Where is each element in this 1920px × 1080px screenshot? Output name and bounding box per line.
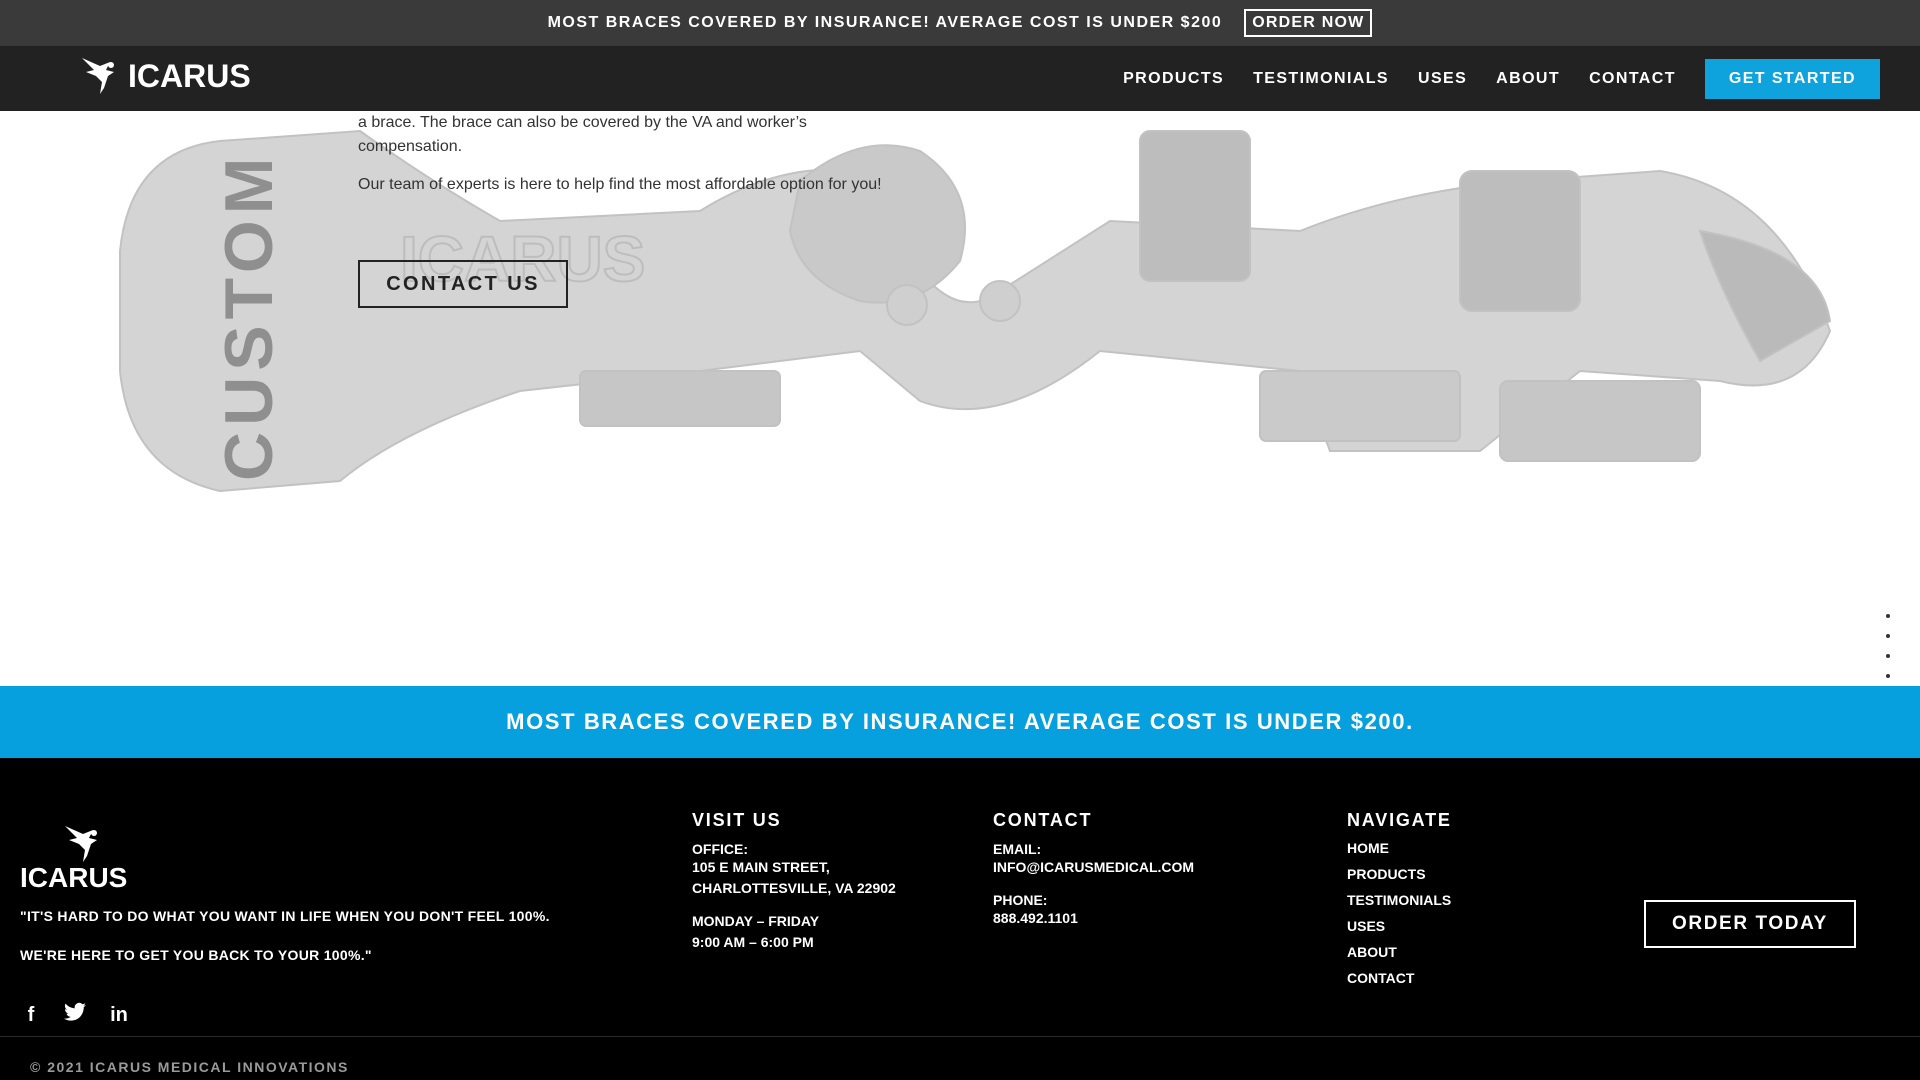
address-line-2: CHARLOTTESVILLE, VA 22902 xyxy=(692,880,896,896)
footer-visit-column: VISIT US OFFICE: 105 E MAIN STREET, CHAR… xyxy=(692,810,896,953)
twitter-icon[interactable] xyxy=(64,1002,86,1028)
hours-days: MONDAY – FRIDAY xyxy=(692,913,820,929)
hero-paragraph-2: Our team of experts is here to help find… xyxy=(358,176,882,193)
nav-contact[interactable]: CONTACT xyxy=(1589,70,1676,88)
hero-section: ICARUS CUSTOM a brace. The brace can als… xyxy=(0,111,1920,686)
email-label: EMAIL: xyxy=(993,841,1042,857)
phone-link[interactable]: 888.492.1101 xyxy=(993,908,1194,929)
contact-us-button[interactable]: CONTACT US xyxy=(358,260,568,308)
order-today-button[interactable]: ORDER TODAY xyxy=(1644,900,1856,948)
main-nav: PRODUCTS TESTIMONIALS USES ABOUT CONTACT… xyxy=(1123,46,1920,111)
nav-about[interactable]: ABOUT xyxy=(1496,70,1560,88)
footer-nav-uses[interactable]: USES xyxy=(1347,913,1452,939)
logo-wordmark: ICARUS xyxy=(128,57,251,94)
promo-bar: MOST BRACES COVERED BY INSURANCE! AVERAG… xyxy=(0,0,1920,46)
site-footer: ICARUS "IT'S HARD TO DO WHAT YOU WANT IN… xyxy=(0,758,1920,1080)
footer-nav-testimonials[interactable]: TESTIMONIALS xyxy=(1347,887,1452,913)
hero-copy: a brace. The brace can also be covered b… xyxy=(358,111,898,211)
nav-products[interactable]: PRODUCTS xyxy=(1123,70,1224,88)
navigate-heading: NAVIGATE xyxy=(1347,810,1452,830)
footer-nav-about[interactable]: ABOUT xyxy=(1347,939,1452,965)
footer-divider xyxy=(0,1036,1920,1037)
footer-quote-line-2: WE'RE HERE TO GET YOU BACK TO YOUR 100%.… xyxy=(20,947,372,963)
address-line-1: 105 E MAIN STREET, xyxy=(692,859,830,875)
pager-dot[interactable] xyxy=(1886,634,1890,638)
nav-testimonials[interactable]: TESTIMONIALS xyxy=(1253,70,1389,88)
promo-text: MOST BRACES COVERED BY INSURANCE! AVERAG… xyxy=(547,14,1223,31)
contact-heading: CONTACT xyxy=(993,810,1093,830)
icarus-bird-icon xyxy=(82,58,114,94)
phone-label: PHONE: xyxy=(993,892,1048,908)
footer-logo-wordmark: ICARUS xyxy=(20,862,128,893)
social-links: f in xyxy=(20,1002,130,1028)
get-started-button[interactable]: GET STARTED xyxy=(1704,58,1880,99)
copyright-text: © 2021 ICARUS MEDICAL INNOVATIONS xyxy=(30,1059,349,1075)
footer-nav-contact[interactable]: CONTACT xyxy=(1347,965,1452,991)
vertical-heading: CUSTOM xyxy=(152,131,287,481)
visit-us-heading: VISIT US xyxy=(692,810,782,830)
hours-time: 9:00 AM – 6:00 PM xyxy=(692,934,814,950)
office-label: OFFICE: xyxy=(692,841,748,857)
footer-logo[interactable]: ICARUS xyxy=(20,822,127,894)
nav-uses[interactable]: USES xyxy=(1418,70,1467,88)
footer-nav-products[interactable]: PRODUCTS xyxy=(1347,861,1452,887)
footer-contact-column: CONTACT EMAIL: INFO@ICARUSMEDICAL.COM PH… xyxy=(993,810,1194,929)
vertical-heading-text: CUSTOM xyxy=(211,151,287,481)
facebook-icon[interactable]: f xyxy=(20,1004,42,1027)
icarus-bird-icon xyxy=(65,826,97,862)
site-header: ICARUS PRODUCTS TESTIMONIALS USES ABOUT … xyxy=(0,46,1920,111)
footer-quote-line-1: "IT'S HARD TO DO WHAT YOU WANT IN LIFE W… xyxy=(20,908,550,924)
linkedin-icon[interactable]: in xyxy=(108,1004,130,1027)
pager-dot[interactable] xyxy=(1886,654,1890,658)
order-now-button[interactable]: ORDER NOW xyxy=(1244,9,1373,37)
pager-dot[interactable] xyxy=(1886,674,1890,678)
footer-nav-home[interactable]: HOME xyxy=(1347,835,1452,861)
insurance-banner-text: MOST BRACES COVERED BY INSURANCE! AVERAG… xyxy=(506,709,1414,734)
email-link[interactable]: INFO@ICARUSMEDICAL.COM xyxy=(993,857,1194,878)
section-pager xyxy=(1882,614,1894,686)
insurance-banner: MOST BRACES COVERED BY INSURANCE! AVERAG… xyxy=(0,686,1920,770)
hero-paragraph-1: a brace. The brace can also be covered b… xyxy=(358,114,807,155)
pager-dot[interactable] xyxy=(1886,614,1890,618)
footer-navigate-column: NAVIGATE HOME PRODUCTS TESTIMONIALS USES… xyxy=(1347,810,1452,991)
site-logo[interactable]: ICARUS xyxy=(80,54,251,98)
footer-quote: "IT'S HARD TO DO WHAT YOU WANT IN LIFE W… xyxy=(20,908,550,986)
